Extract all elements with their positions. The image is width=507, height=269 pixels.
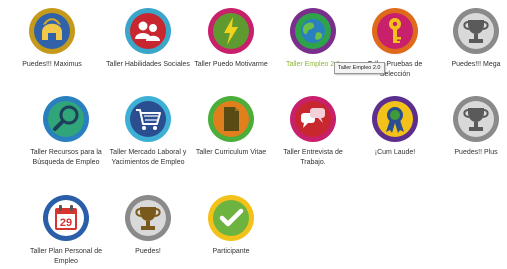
- badge-puedo-motivarme[interactable]: Taller Puedo Motivarme: [189, 6, 273, 70]
- badge-habilidades-sociales[interactable]: Taller Habilidades Sociales: [106, 6, 190, 70]
- people-icon: [125, 8, 171, 54]
- trophy-icon: [453, 96, 499, 142]
- speech-bubbles-icon: [290, 96, 336, 142]
- badge-label: Puedes!! Plus: [454, 149, 498, 156]
- badge-label: Taller Recursos para la Búsqueda de Empl…: [30, 149, 102, 166]
- calendar-day: 29: [60, 217, 72, 229]
- badge-recursos-busqueda[interactable]: Taller Recursos para la Búsqueda de Empl…: [24, 94, 108, 168]
- badge-label: Participante: [212, 248, 250, 255]
- badge-label: Puedes!!! Maximus: [22, 61, 82, 68]
- badge-label: Taller Habilidades Sociales: [106, 61, 190, 68]
- badge-plan-personal[interactable]: 29 Taller Plan Personal de Empleo: [24, 193, 108, 267]
- lightning-icon: [208, 8, 254, 54]
- key-icon: [372, 8, 418, 54]
- badge-label: Puedes!: [135, 248, 161, 255]
- badge-participante[interactable]: Participante: [189, 193, 273, 257]
- badge-mercado-laboral[interactable]: Taller Mercado Laboral y Yacimientos de …: [106, 94, 190, 168]
- tooltip: Taller Empleo 2.0: [334, 62, 385, 74]
- badge-puedes-maximus[interactable]: Puedes!!! Maximus: [10, 6, 94, 70]
- badge-label: ¡Cum Laude!: [374, 149, 416, 156]
- trophy-icon: [125, 195, 171, 241]
- globe-icon: [290, 8, 336, 54]
- spartan-helmet-icon: [29, 8, 75, 54]
- badge-label: Taller Puedo Motivarme: [194, 61, 268, 68]
- badge-label: Taller Mercado Laboral y Yacimientos de …: [109, 149, 187, 166]
- badge-entrevista-trabajo[interactable]: Taller Entrevista de Trabajo.: [271, 94, 355, 168]
- badge-puedes-mega[interactable]: Puedes!!! Mega: [434, 6, 507, 70]
- badge-label: Taller Plan Personal de Empleo: [30, 248, 102, 265]
- badge-empleo-2-0[interactable]: Taller Empleo 2.0: [271, 6, 355, 70]
- badge-cum-laude[interactable]: ¡Cum Laude!: [353, 94, 437, 158]
- badge-label: Puedes!!! Mega: [451, 61, 501, 68]
- document-icon: [208, 96, 254, 142]
- badge-label: Taller Entrevista de Trabajo.: [283, 149, 343, 166]
- shopping-cart-icon: [125, 96, 171, 142]
- trophy-icon: [453, 8, 499, 54]
- magnifier-icon: [43, 96, 89, 142]
- badge-puedes-plus[interactable]: Puedes!! Plus: [434, 94, 507, 158]
- checkmark-icon: [208, 195, 254, 241]
- badge-label: Taller Curriculum Vitae: [195, 149, 267, 156]
- badge-puedes[interactable]: Puedes!: [106, 193, 190, 257]
- calendar-icon: 29: [43, 195, 89, 241]
- badge-curriculum-vitae[interactable]: Taller Curriculum Vitae: [189, 94, 273, 158]
- ribbon-award-icon: [372, 96, 418, 142]
